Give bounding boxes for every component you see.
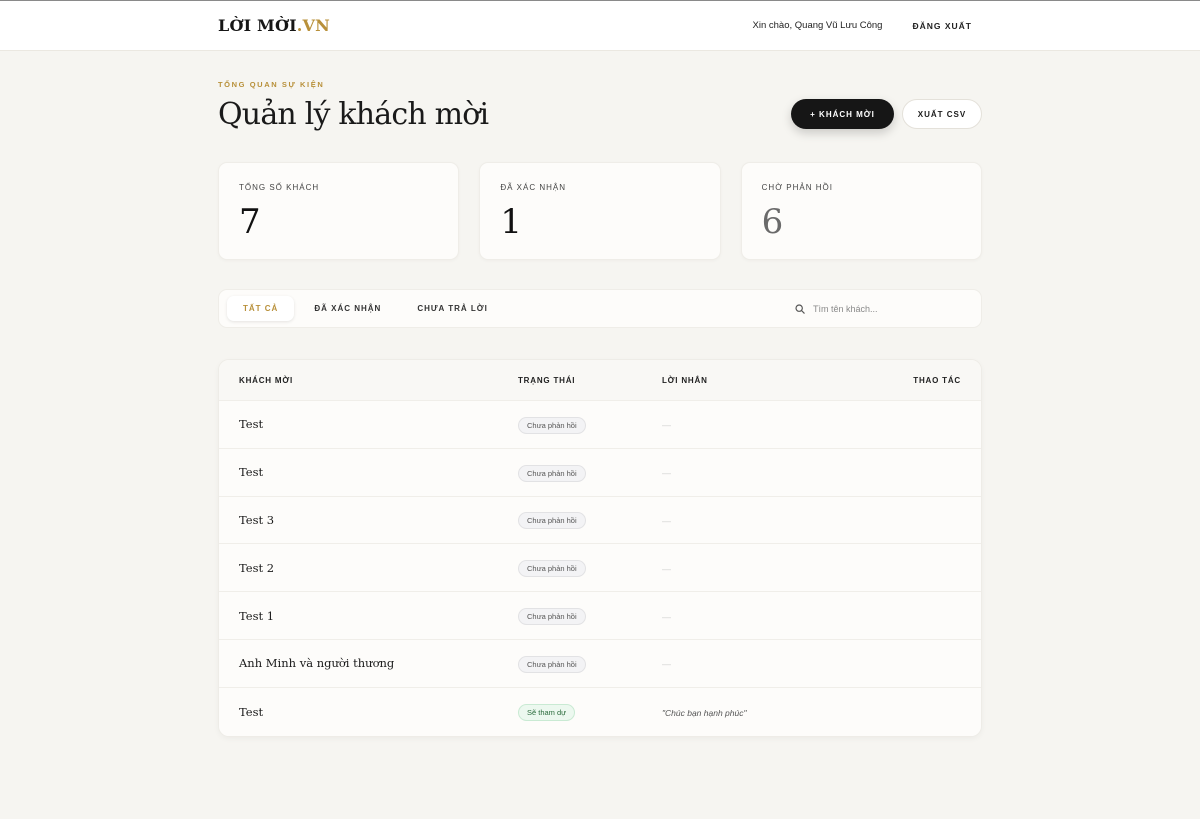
search-icon	[795, 303, 805, 314]
guest-message: —	[662, 468, 671, 479]
header-actions: THAO TÁC	[913, 375, 961, 385]
page-eyebrow: TỔNG QUAN SỰ KIỆN	[218, 80, 325, 89]
guest-name: Anh Minh và người thương	[239, 656, 395, 671]
stats-row: TỔNG SỐ KHÁCH 7 ĐÃ XÁC NHẬN 1 CHỜ PHẢN H…	[218, 162, 982, 260]
stat-value-pending: 6	[761, 202, 784, 242]
brand-name: LỜI MỜI	[218, 16, 297, 35]
table-row[interactable]: Test 2 Chưa phản hồi —	[219, 544, 981, 593]
search-box	[795, 303, 973, 314]
filter-tabs: TẤT CẢ ĐÃ XÁC NHẬN CHƯA TRẢ LỜI	[227, 296, 504, 321]
stat-card-pending: CHỜ PHẢN HỒI 6	[740, 162, 982, 260]
status-badge: Chưa phản hồi	[518, 608, 586, 626]
stat-card-confirmed: ĐÃ XÁC NHẬN 1	[479, 162, 721, 260]
tab-confirmed[interactable]: ĐÃ XÁC NHẬN	[298, 296, 397, 321]
table-row[interactable]: Test 1 Chưa phản hồi —	[219, 592, 981, 640]
status-badge: Chưa phản hồi	[518, 560, 586, 578]
guest-name: Test	[239, 417, 264, 432]
guest-name: Test	[239, 704, 264, 719]
status-badge: Sẽ tham dự	[518, 704, 576, 722]
table-row[interactable]: Anh Minh và người thương Chưa phản hồi —	[219, 639, 981, 688]
tab-unanswered[interactable]: CHƯA TRẢ LỜI	[401, 296, 504, 321]
guest-message: "Chúc bạn hạnh phúc"	[662, 707, 747, 718]
export-csv-button[interactable]: XUẤT CSV	[902, 99, 982, 129]
status-badge: Chưa phản hồi	[518, 655, 586, 673]
add-guest-button[interactable]: + KHÁCH MỜI	[791, 99, 894, 129]
logout-button[interactable]: ĐĂNG XUẤT	[912, 21, 982, 31]
table-row[interactable]: Test Chưa phản hồi —	[219, 448, 981, 497]
guest-message: —	[662, 563, 671, 574]
guest-name: Test 1	[239, 608, 275, 623]
table-header: KHÁCH MỜI TRẠNG THÁI LỜI NHẮN THAO TÁC	[219, 360, 981, 401]
status-badge: Chưa phản hồi	[518, 464, 586, 482]
table-body: Test Chưa phản hồi — Test Chưa phản hồi — Test…	[219, 401, 981, 736]
status-badge: Chưa phản hồi	[518, 512, 586, 530]
tab-all[interactable]: TẤT CẢ	[227, 296, 295, 321]
search-input[interactable]	[813, 303, 963, 314]
top-navbar: LỜI MỜI.VN Xin chào, Quang Vũ Lưu Công Đ…	[0, 1, 1200, 51]
guest-message: —	[662, 659, 671, 670]
stat-value-total: 7	[239, 202, 261, 242]
guest-message: —	[662, 611, 671, 622]
header-message: LỜI NHẮN	[662, 375, 708, 385]
stat-card-total: TỔNG SỐ KHÁCH 7	[218, 162, 460, 260]
guest-table: KHÁCH MỜI TRẠNG THÁI LỜI NHẮN THAO TÁC T…	[218, 359, 982, 737]
table-row[interactable]: Test 3 Chưa phản hồi —	[219, 496, 981, 545]
guest-message: —	[662, 515, 671, 526]
guest-message: —	[662, 420, 671, 431]
header-status: TRẠNG THÁI	[518, 375, 576, 385]
table-row[interactable]: Test Sẽ tham dự "Chúc bạn hạnh phúc"	[219, 687, 981, 736]
user-greeting: Xin chào, Quang Vũ Lưu Công	[752, 20, 883, 31]
brand-logo[interactable]: LỜI MỜI.VN	[218, 16, 330, 35]
guest-name: Test 3	[239, 512, 275, 527]
status-badge: Chưa phản hồi	[518, 416, 586, 434]
stat-label: ĐÃ XÁC NHẬN	[500, 183, 567, 192]
guest-name: Test 2	[239, 560, 275, 575]
main-content: TỔNG QUAN SỰ KIỆN Quản lý khách mời + KH…	[218, 80, 982, 737]
stat-label: CHỜ PHẢN HỒI	[761, 183, 833, 192]
header-guest: KHÁCH MỜI	[239, 375, 294, 385]
stat-label: TỔNG SỐ KHÁCH	[239, 183, 320, 192]
table-row[interactable]: Test Chưa phản hồi —	[219, 401, 981, 449]
filter-bar: TẤT CẢ ĐÃ XÁC NHẬN CHƯA TRẢ LỜI	[218, 289, 982, 328]
stat-value-confirmed: 1	[500, 202, 522, 242]
guest-name: Test	[239, 465, 264, 480]
brand-suffix: .VN	[296, 16, 330, 35]
page-title: Quản lý khách mời	[218, 97, 489, 132]
